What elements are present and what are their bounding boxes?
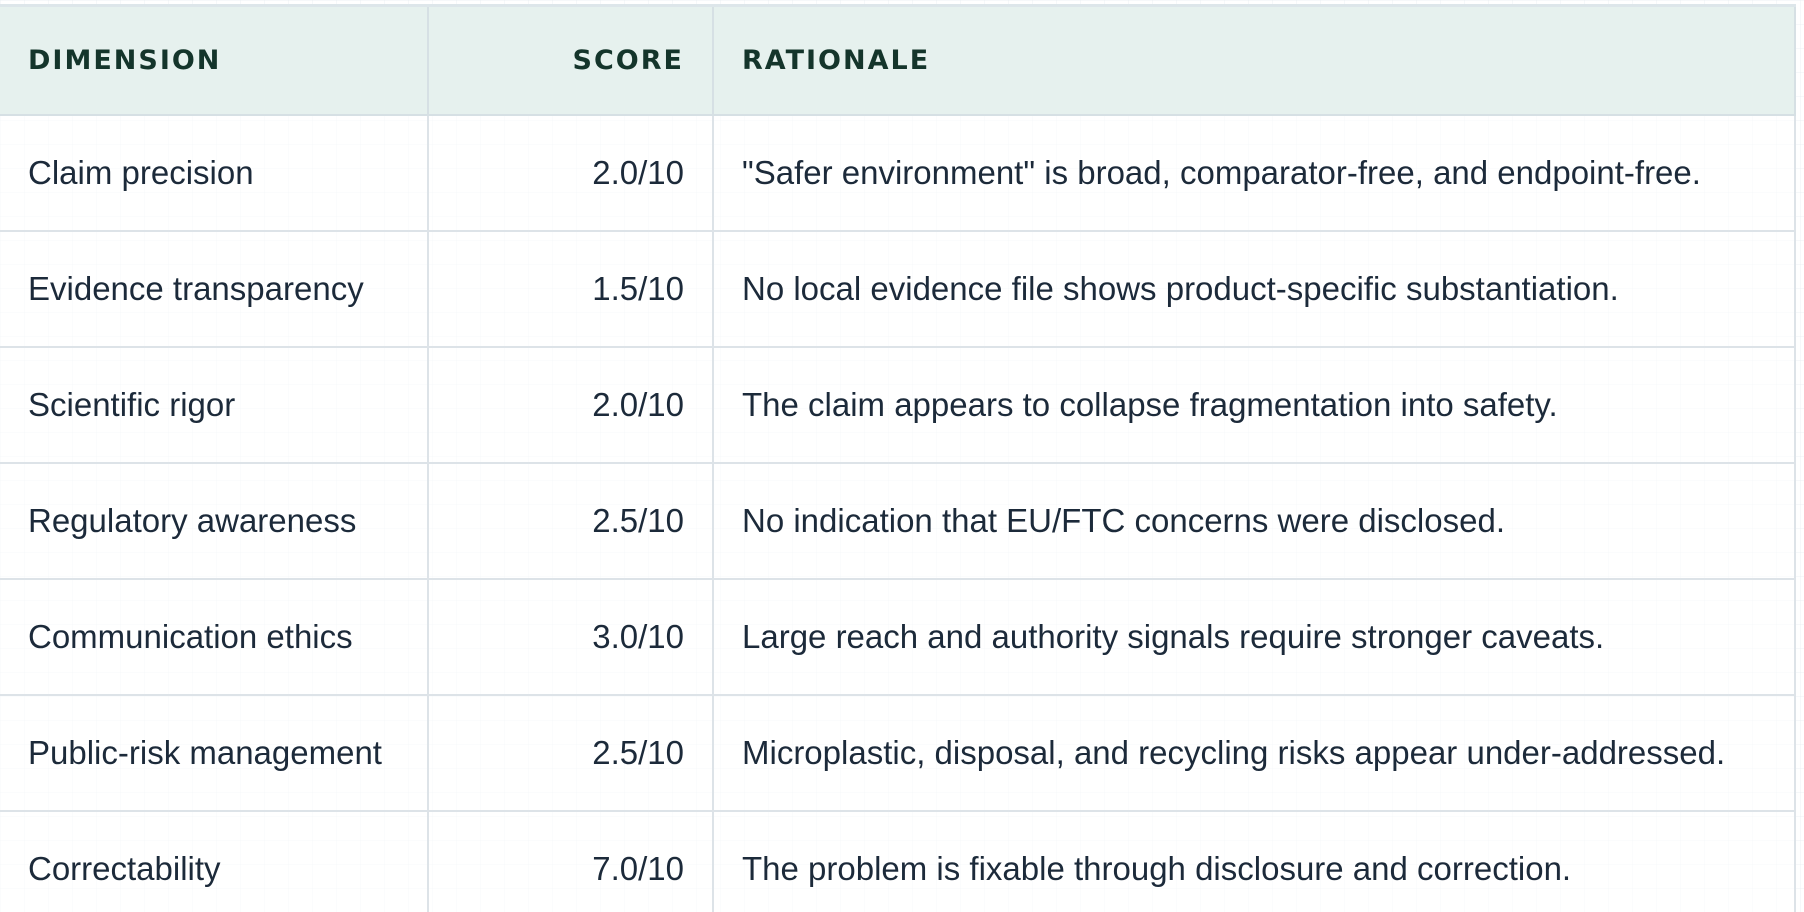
rationale-cell: No indication that EU/FTC concerns were …	[713, 462, 1796, 580]
column-header-rationale: RATIONALE	[713, 4, 1796, 116]
rationale-cell: Microplastic, disposal, and recycling ri…	[713, 694, 1796, 812]
rationale-cell: Large reach and authority signals requir…	[713, 578, 1796, 696]
table-row: Regulatory awareness 2.5/10 No indicatio…	[0, 462, 1796, 580]
scoring-table: DIMENSION SCORE RATIONALE Claim precisio…	[0, 4, 1796, 912]
table-body: Claim precision 2.0/10 "Safer environmen…	[0, 114, 1796, 912]
score-cell: 1.5/10	[428, 230, 714, 348]
score-cell: 3.0/10	[428, 578, 714, 696]
dimension-cell: Evidence transparency	[0, 230, 429, 348]
dimension-cell: Communication ethics	[0, 578, 429, 696]
rationale-cell: The problem is fixable through disclosur…	[713, 810, 1796, 912]
column-header-dimension: DIMENSION	[0, 4, 429, 116]
score-cell: 2.0/10	[428, 114, 714, 232]
rationale-cell: No local evidence file shows product-spe…	[713, 230, 1796, 348]
table-row: Communication ethics 3.0/10 Large reach …	[0, 578, 1796, 696]
rationale-cell: The claim appears to collapse fragmentat…	[713, 346, 1796, 464]
dimension-cell: Claim precision	[0, 114, 429, 232]
header-row: DIMENSION SCORE RATIONALE	[0, 4, 1796, 116]
score-cell: 2.5/10	[428, 694, 714, 812]
dimension-cell: Scientific rigor	[0, 346, 429, 464]
dimension-cell: Correctability	[0, 810, 429, 912]
table-row: Evidence transparency 1.5/10 No local ev…	[0, 230, 1796, 348]
score-cell: 2.5/10	[428, 462, 714, 580]
score-cell: 7.0/10	[428, 810, 714, 912]
dimension-cell: Public-risk management	[0, 694, 429, 812]
score-cell: 2.0/10	[428, 346, 714, 464]
dimension-cell: Regulatory awareness	[0, 462, 429, 580]
page: DIMENSION SCORE RATIONALE Claim precisio…	[0, 0, 1804, 912]
table-row: Correctability 7.0/10 The problem is fix…	[0, 810, 1796, 912]
table-row: Claim precision 2.0/10 "Safer environmen…	[0, 114, 1796, 232]
table-header: DIMENSION SCORE RATIONALE	[0, 4, 1796, 116]
rationale-cell: "Safer environment" is broad, comparator…	[713, 114, 1796, 232]
column-header-score: SCORE	[428, 4, 714, 116]
table-row: Public-risk management 2.5/10 Microplast…	[0, 694, 1796, 812]
table-row: Scientific rigor 2.0/10 The claim appear…	[0, 346, 1796, 464]
